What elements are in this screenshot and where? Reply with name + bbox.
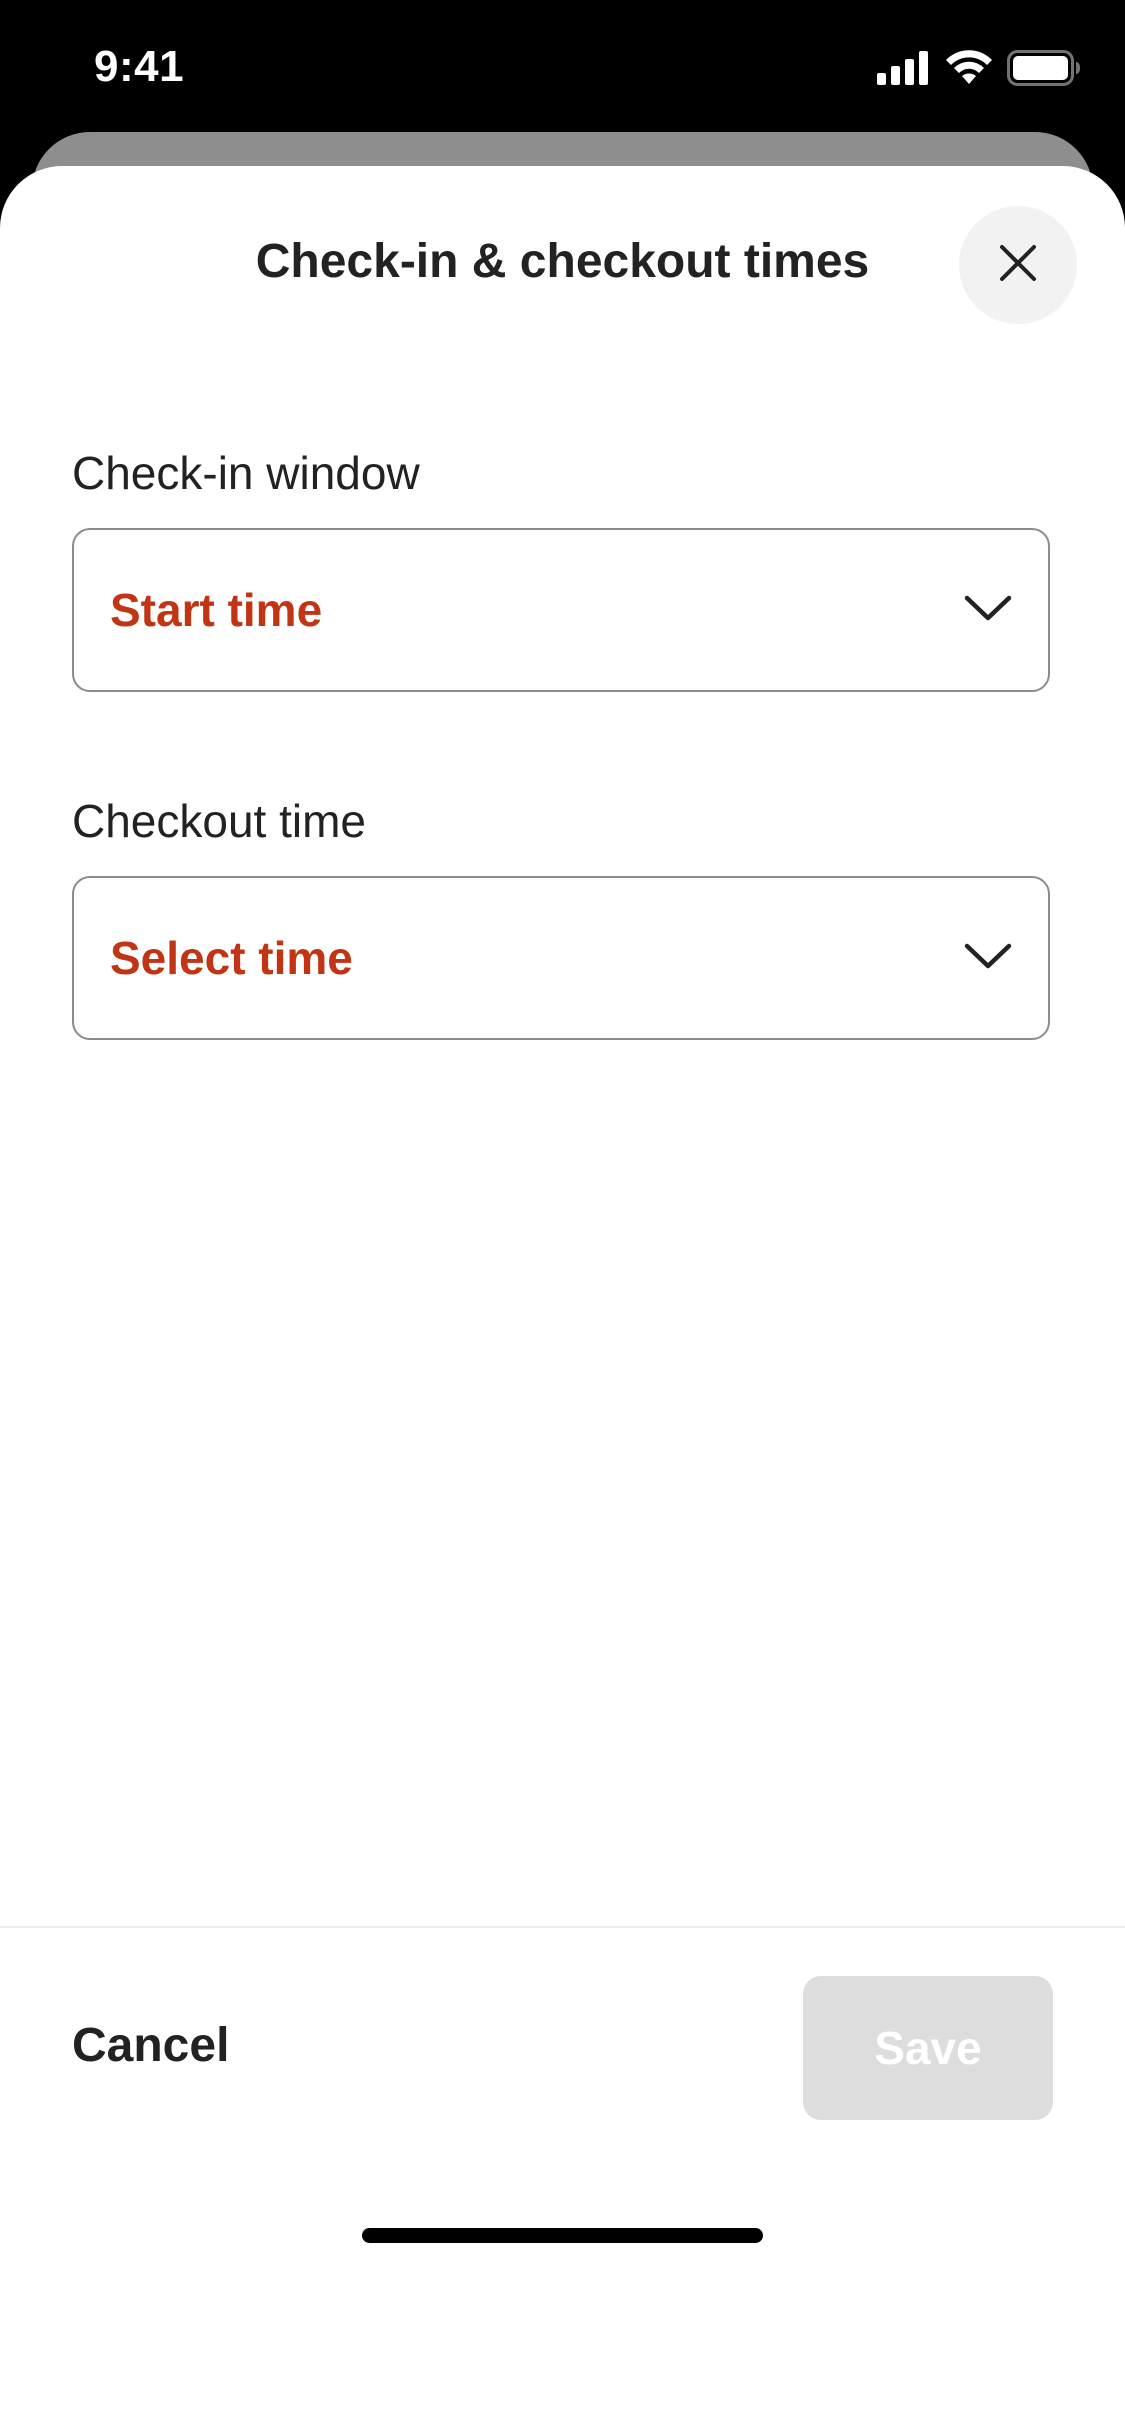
checkin-label: Check-in window (72, 447, 420, 499)
sheet-title: Check-in & checkout times (255, 235, 870, 288)
status-bar: 9:41 (0, 0, 1125, 132)
wifi-icon (945, 50, 993, 91)
cellular-signal-icon (877, 51, 931, 90)
close-button[interactable] (959, 206, 1077, 324)
home-indicator (362, 2228, 763, 2243)
close-icon (998, 243, 1038, 288)
status-time: 9:41 (94, 42, 185, 91)
chevron-down-icon (964, 594, 1012, 627)
save-button-label: Save (874, 2022, 982, 2074)
status-icons (877, 50, 1081, 91)
checkin-select-value: Start time (110, 584, 323, 636)
checkout-select[interactable]: Select time (72, 876, 1050, 1040)
screen: 9:41 Check-in & checkout times Check-in … (0, 0, 1125, 2436)
footer-divider (0, 1926, 1125, 1928)
checkout-select-value: Select time (110, 932, 353, 984)
save-button[interactable]: Save (803, 1976, 1053, 2120)
battery-icon (1007, 50, 1081, 91)
cancel-button[interactable]: Cancel (72, 2018, 229, 2073)
checkin-select[interactable]: Start time (72, 528, 1050, 692)
checkout-label: Checkout time (72, 795, 367, 847)
chevron-down-icon (964, 942, 1012, 975)
